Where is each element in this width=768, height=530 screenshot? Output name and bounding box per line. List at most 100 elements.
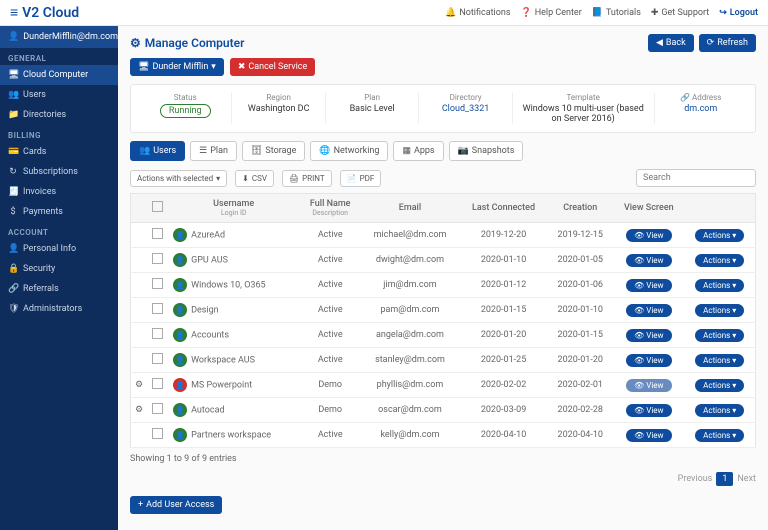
row-checkbox[interactable] [152, 378, 163, 389]
chevron-down-icon: ▾ [216, 174, 220, 183]
back-button[interactable]: ◀Back [648, 34, 694, 52]
help-center-link[interactable]: ❓Help Center [520, 8, 581, 18]
table-row: 👤DesignActivepam@dm.com2020-01-152020-01… [131, 298, 756, 323]
tab-networking[interactable]: 🌐Networking [310, 141, 388, 161]
pagination: Previous 1 Next [678, 472, 756, 486]
row-checkbox[interactable] [152, 278, 163, 289]
tab-storage[interactable]: 🗄Storage [242, 141, 305, 161]
fullname-cell: Active [300, 348, 360, 373]
sidebar-item-invoices[interactable]: 🧾Invoices [0, 182, 118, 202]
expand-toggle[interactable]: ⚙ [131, 398, 148, 423]
col-last-connected[interactable]: Last Connected [460, 194, 548, 223]
sidebar-item-referrals[interactable]: 🔗Referrals [0, 279, 118, 299]
sidebar-item-users[interactable]: 👥Users [0, 85, 118, 105]
export-pdf-button[interactable]: 📄PDF [340, 170, 382, 187]
row-checkbox[interactable] [152, 228, 163, 239]
network-icon: 🌐 [319, 146, 330, 156]
row-checkbox[interactable] [152, 303, 163, 314]
prev-page[interactable]: Previous [678, 474, 713, 484]
username-cell: Windows 10, O365 [191, 281, 265, 291]
logout-link[interactable]: ↪Logout [719, 8, 758, 18]
row-actions-dropdown[interactable]: Actions ▾ [695, 404, 744, 417]
user-status-icon: 👤 [173, 228, 187, 242]
notifications-link[interactable]: 🔔Notifications [445, 8, 510, 18]
bell-icon: 🔔 [445, 8, 456, 18]
email-cell: stanley@dm.com [360, 348, 460, 373]
tutorials-link[interactable]: 📘Tutorials [592, 8, 641, 18]
row-checkbox[interactable] [152, 328, 163, 339]
row-checkbox[interactable] [152, 403, 163, 414]
expand-toggle[interactable]: ⚙ [131, 373, 148, 398]
region-value: Washington DC [238, 104, 318, 114]
row-checkbox[interactable] [152, 428, 163, 439]
export-csv-button[interactable]: ⬇CSV [235, 170, 274, 187]
chevron-down-icon: ▾ [732, 331, 736, 340]
cancel-service-button[interactable]: ✖Cancel Service [230, 58, 315, 76]
person-icon: 👤 [8, 244, 18, 254]
row-actions-dropdown[interactable]: Actions ▾ [695, 254, 744, 267]
list-icon: ☰ [199, 146, 207, 156]
print-button[interactable]: 🖨PRINT [282, 170, 332, 187]
add-user-access-button[interactable]: +Add User Access [130, 496, 222, 514]
view-button[interactable]: 👁View [626, 254, 671, 267]
tab-snapshots[interactable]: 📷Snapshots [449, 141, 524, 161]
col-creation[interactable]: Creation [547, 194, 613, 223]
row-checkbox[interactable] [152, 253, 163, 264]
org-selector[interactable]: 👤 DunderMifflin@dm.com ▾ [0, 26, 118, 48]
row-actions-dropdown[interactable]: Actions ▾ [695, 354, 744, 367]
org-button[interactable]: 🖥Dunder Mifflin▾ [130, 58, 224, 76]
col-username[interactable]: UsernameLogin ID [167, 194, 300, 223]
sidebar-item-payments[interactable]: $Payments [0, 202, 118, 222]
view-button[interactable]: 👁View [626, 304, 671, 317]
menu-icon[interactable]: ≡ [10, 4, 18, 21]
last-connected-cell: 2020-01-20 [460, 323, 548, 348]
table-row: ⚙👤AutocadDemooscar@dm.com2020-03-092020-… [131, 398, 756, 423]
sidebar-item-cards[interactable]: 💳Cards [0, 142, 118, 162]
row-actions-dropdown[interactable]: Actions ▾ [695, 329, 744, 342]
tab-apps[interactable]: ▦Apps [393, 141, 443, 161]
row-actions-dropdown[interactable]: Actions ▾ [695, 229, 744, 242]
col-fullname[interactable]: Full NameDescription [300, 194, 360, 223]
address-value[interactable]: dm.com [661, 104, 741, 114]
row-checkbox[interactable] [152, 353, 163, 364]
logout-icon: ↪ [719, 8, 727, 18]
status-badge: Running [160, 104, 211, 118]
row-actions-dropdown[interactable]: Actions ▾ [695, 429, 744, 442]
col-email[interactable]: Email [360, 194, 460, 223]
view-button[interactable]: 👁View [626, 329, 671, 342]
current-page[interactable]: 1 [716, 472, 733, 486]
users-icon: 👥 [139, 146, 150, 156]
view-button[interactable]: 👁View [626, 429, 671, 442]
sidebar-item-subscriptions[interactable]: ↻Subscriptions [0, 162, 118, 182]
next-page[interactable]: Next [737, 474, 756, 484]
actions-selected-dropdown[interactable]: Actions with selected ▾ [130, 170, 227, 187]
view-button[interactable]: 👁View [626, 379, 671, 392]
view-button[interactable]: 👁View [626, 279, 671, 292]
link-icon: 🔗 [680, 93, 690, 102]
row-actions-dropdown[interactable]: Actions ▾ [695, 279, 744, 292]
sidebar-item-administrators[interactable]: 🛡Administrators [0, 299, 118, 319]
select-all-checkbox[interactable] [152, 201, 163, 212]
tab-plan[interactable]: ☰Plan [190, 141, 237, 161]
user-status-icon: 👤 [173, 253, 187, 267]
sidebar-item-security[interactable]: 🔒Security [0, 259, 118, 279]
last-connected-cell: 2020-02-02 [460, 373, 548, 398]
row-actions-dropdown[interactable]: Actions ▾ [695, 304, 744, 317]
tab-users[interactable]: 👥Users [130, 141, 185, 161]
creation-cell: 2020-01-06 [547, 273, 613, 298]
view-button[interactable]: 👁View [626, 354, 671, 367]
sidebar-item-cloud-computer[interactable]: 🖥Cloud Computer [0, 65, 118, 85]
get-support-link[interactable]: ✚Get Support [651, 8, 709, 18]
plan-value: Basic Level [332, 104, 412, 114]
view-button[interactable]: 👁View [626, 404, 671, 417]
sidebar-item-personal-info[interactable]: 👤Personal Info [0, 239, 118, 259]
email-cell: jim@dm.com [360, 273, 460, 298]
refresh-button[interactable]: ⟳Refresh [699, 34, 756, 52]
chevron-down-icon: ▾ [732, 381, 736, 390]
directory-value[interactable]: Cloud_3321 [425, 104, 505, 114]
view-button[interactable]: 👁View [626, 229, 671, 242]
search-input[interactable] [636, 169, 756, 187]
sidebar-section-billing: BILLING [0, 125, 118, 142]
row-actions-dropdown[interactable]: Actions ▾ [695, 379, 744, 392]
sidebar-item-directories[interactable]: 📁Directories [0, 105, 118, 125]
